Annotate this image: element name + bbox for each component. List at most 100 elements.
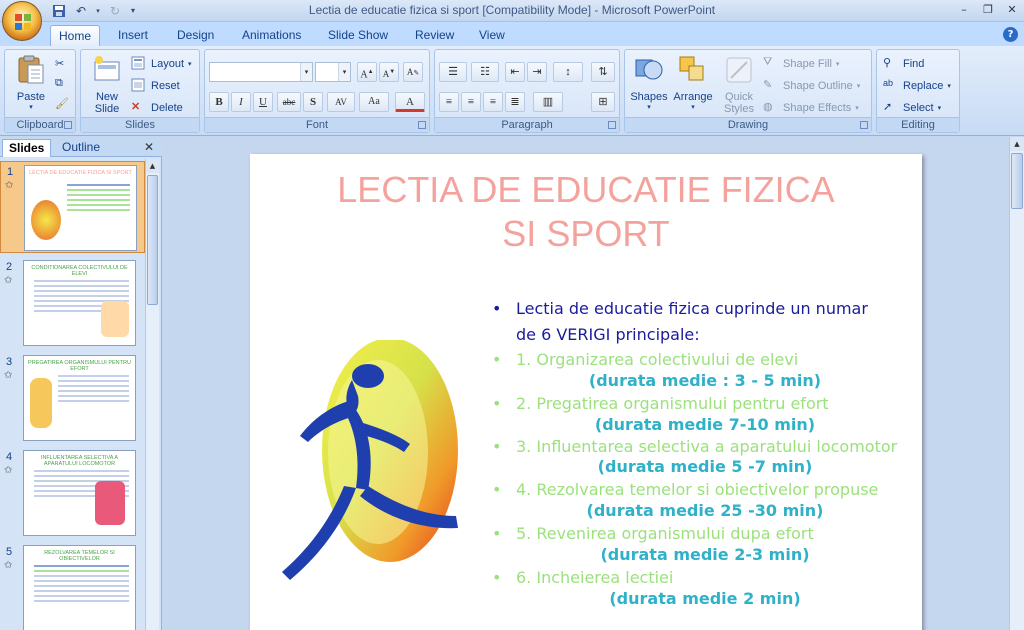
font-launcher-icon[interactable] [418,121,426,129]
align-text-button[interactable]: ⊞ [591,92,615,112]
arrange-button[interactable]: Arrange ▾ [671,54,715,111]
thumbnail-title: CONDITIONAREA COLECTIVULUI DE ELEVI [31,265,128,277]
slide-thumbnail-4[interactable]: 4 ✩ INFLUENTAREA SELECTIVA A APARATULUI … [0,447,145,539]
scroll-thumb[interactable] [1011,153,1023,209]
slide-canvas[interactable]: LECTIA DE EDUCATIE FIZICA SI SPORT • Lec… [250,154,922,630]
new-slide-label-1: New [95,91,118,103]
scroll-up-icon[interactable]: ▲ [1010,137,1024,151]
justify-button[interactable]: ≣ [505,92,525,112]
paste-button[interactable]: Paste ▾ [9,54,53,111]
columns-button[interactable]: ▥ [533,92,563,112]
pane-tabs: Slides Outline ✕ [0,137,162,157]
font-size-dropdown-icon[interactable]: ▾ [338,63,350,81]
redo-icon[interactable]: ↻ [106,2,124,19]
find-button[interactable]: ⚲ Find [883,55,924,73]
bullet-dot: • [492,350,502,369]
select-button[interactable]: ➚ Select ▾ [883,99,941,117]
shrink-font-button[interactable]: A▼ [379,62,399,82]
slide-title[interactable]: LECTIA DE EDUCATIE FIZICA SI SPORT [250,168,922,256]
format-painter-button[interactable]: 🖌 [55,96,71,114]
slide-thumbnail-5[interactable]: 5 ✩ REZOLVAREA TEMELOR SI OBIECTIVELOR [0,542,145,630]
font-name-combo[interactable]: ▾ [209,62,313,82]
text-shadow-button[interactable]: S [303,92,323,112]
align-left-button[interactable]: ≡ [439,92,459,112]
help-icon[interactable]: ? [1003,27,1018,42]
tab-insert[interactable]: Insert [110,25,156,46]
thumbnail-title: REZOLVAREA TEMELOR SI OBIECTIVELOR [44,550,115,562]
replace-button[interactable]: ab Replace ▾ [883,77,951,95]
grow-font-button[interactable]: A▲ [357,62,377,82]
save-icon[interactable] [50,2,68,19]
tab-outline[interactable]: Outline [56,139,106,157]
slide-title-line-2: SI SPORT [502,213,670,254]
intro-line-1: Lectia de educatie fizica cuprinde un nu… [516,299,868,318]
customize-toolbar-icon[interactable]: ▾ [128,2,138,19]
bold-button[interactable]: B [209,92,229,112]
tab-animations[interactable]: Animations [234,25,309,46]
tab-review[interactable]: Review [407,25,462,46]
runner-clipart[interactable] [260,340,480,600]
thumbnail-title: LECTIA DE EDUCATIE FIZICA SI SPORT [29,170,132,176]
character-spacing-button[interactable]: AV [327,92,355,112]
close-pane-icon[interactable]: ✕ [144,140,154,154]
font-color-button[interactable]: A [395,92,425,112]
thumbnails-scrollbar[interactable]: ▲ [145,159,159,630]
new-slide-button[interactable]: New Slide [85,54,129,115]
clipboard-launcher-icon[interactable] [64,121,72,129]
tab-slides[interactable]: Slides [2,139,52,157]
slide-number: 2 [6,261,13,273]
cursor-icon: ➚ [883,101,893,113]
undo-dropdown-icon[interactable]: ▾ [94,2,102,19]
layout-button[interactable]: Layout ▾ [131,55,192,73]
ribbon-tabs: Home Insert Design Animations Slide Show… [0,22,1024,46]
bullets-button[interactable]: ☰ [439,62,467,82]
undo-icon[interactable]: ↶ [72,2,90,19]
strikethrough-button[interactable]: abc [277,92,301,112]
quick-styles-button[interactable]: Quick Styles [717,54,761,115]
slide-thumbnail-2[interactable]: 2 ✩ CONDITIONAREA COLECTIVULUI DE ELEVI [0,257,145,349]
delete-button[interactable]: ✕ Delete [131,99,183,117]
restore-icon[interactable]: ❐ [980,2,996,18]
slide-body-text[interactable]: • Lectia de educatie fizica cuprinde un … [490,296,920,610]
tab-design[interactable]: Design [169,25,222,46]
reset-button[interactable]: Reset [131,77,180,95]
clear-formatting-button[interactable]: A✎ [403,62,423,82]
font-size-combo[interactable]: ▾ [315,62,351,82]
thumbnail-preview: INFLUENTAREA SELECTIVA A APARATULUI LOCO… [23,450,136,536]
change-case-button[interactable]: Aa [359,92,389,112]
increase-indent-button[interactable]: ⇥ [527,62,547,82]
shape-fill-button[interactable]: ⛛ Shape Fill ▾ [763,55,839,73]
scroll-up-icon[interactable]: ▲ [146,159,159,173]
copy-button[interactable]: ⧉ [55,76,71,94]
slide-thumbnail-3[interactable]: 3 ✩ PREGATIREA ORGANISMULUI PENTRU EFORT [0,352,145,444]
pen-icon: ✎ [763,79,773,91]
close-icon[interactable]: ✕ [1004,2,1020,18]
line-spacing-button[interactable]: ↕ [553,62,583,82]
editing-group: ⚲ Find ab Replace ▾ ➚ Select ▾ Editing [876,49,960,133]
paragraph-launcher-icon[interactable] [608,121,616,129]
italic-button[interactable]: I [231,92,251,112]
numbering-button[interactable]: ☷ [471,62,499,82]
font-name-dropdown-icon[interactable]: ▾ [300,63,312,81]
drawing-launcher-icon[interactable] [860,121,868,129]
tab-slide-show[interactable]: Slide Show [320,25,396,46]
align-center-button[interactable]: ≡ [461,92,481,112]
quick-styles-icon [726,57,752,83]
cut-button[interactable]: ✂ [55,56,71,74]
tab-home[interactable]: Home [50,25,101,46]
scroll-thumb[interactable] [147,175,158,305]
shape-outline-button[interactable]: ✎ Shape Outline ▾ [763,77,860,95]
brush-icon: 🖌 [55,98,69,110]
shape-effects-button[interactable]: ◍ Shape Effects ▾ [763,99,859,117]
align-right-button[interactable]: ≡ [483,92,503,112]
slide-scrollbar[interactable]: ▲ [1009,137,1024,630]
minimize-icon[interactable]: – [956,2,972,18]
shapes-button[interactable]: Shapes ▾ [627,54,671,111]
slide-thumbnail-1[interactable]: 1 ✩ LECTIA DE EDUCATIE FIZICA SI SPORT [0,161,145,253]
office-button[interactable] [2,1,42,41]
tab-view[interactable]: View [471,25,513,46]
decrease-indent-button[interactable]: ⇤ [505,62,525,82]
text-direction-button[interactable]: ⇅ [591,62,615,82]
bullet-dot: • [492,568,502,587]
underline-button[interactable]: U [253,92,273,112]
